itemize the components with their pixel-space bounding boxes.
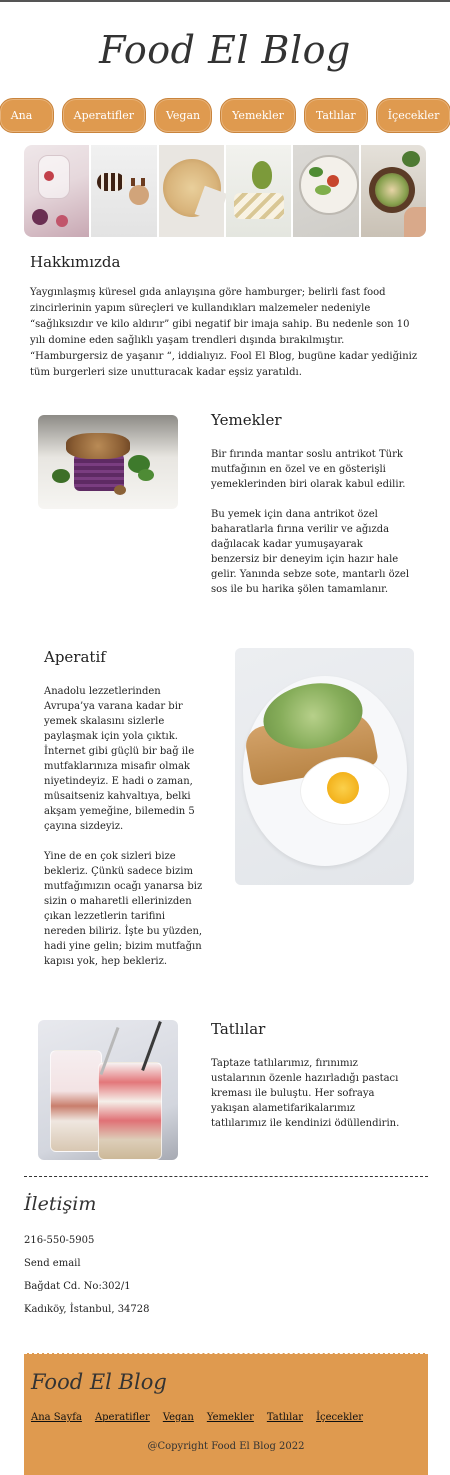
- nav-tatlilar-button[interactable]: Tatlılar: [303, 98, 368, 133]
- appetizer-image: [235, 648, 414, 885]
- footer-nav: Ana Sayfa Aperatifler Vegan Yemekler Tat…: [31, 1412, 421, 1423]
- dessert-text: Tatlılar Taptaze tatlılarımız, fırınımız…: [211, 1020, 411, 1160]
- footer-link-tatlilar[interactable]: Tatlılar: [267, 1412, 303, 1423]
- food-paragraph-1: Bir fırında mantar soslu antrikot Türk m…: [211, 449, 406, 490]
- main-nav: Ana Sayfa Aperatifler Vegan Yemekler Tat…: [0, 98, 450, 155]
- site-logo[interactable]: Food El Blog: [0, 28, 450, 82]
- gallery-image-salad-bowl: [293, 145, 360, 237]
- contact-email-link[interactable]: Send email: [24, 1258, 426, 1269]
- food-paragraph-2: Bu yemek için dana antrikot özel baharat…: [211, 509, 410, 595]
- nav-aperatifler-button[interactable]: Aperatifler: [61, 98, 146, 133]
- nav-icecekler-button[interactable]: İçecekler: [375, 98, 450, 133]
- gallery-image-bowl-hand: [360, 145, 426, 237]
- footer-link-aperatifler[interactable]: Aperatifler: [95, 1412, 150, 1423]
- contact-phone[interactable]: 216-550-5905: [24, 1235, 426, 1246]
- nav-yemekler-button[interactable]: Yemekler: [220, 98, 296, 133]
- dessert-image: [38, 1020, 178, 1160]
- appetizer-paragraph-1: Anadolu lezzetlerinden Avrupa’ya varana …: [44, 686, 195, 832]
- gallery-image-pie: [158, 145, 228, 237]
- section-divider: [24, 1176, 428, 1177]
- dessert-section: Tatlılar Taptaze tatlılarımız, fırınımız…: [0, 1020, 450, 1160]
- about-text: Yaygınlaşmış küresel gıda anlayışına gör…: [30, 287, 418, 378]
- appetizer-paragraph-2: Yine de en çok sizleri bize bekleriz. Çü…: [44, 851, 203, 967]
- footer-logo[interactable]: Food El Blog: [31, 1370, 421, 1394]
- dessert-title: Tatlılar: [211, 1020, 266, 1038]
- appetizer-section: Aperatif Anadolu lezzetlerinden Avrupa’y…: [0, 648, 450, 984]
- footer-copyright: @Copyright Food El Blog 2022: [147, 1441, 305, 1452]
- site-footer: Food El Blog Ana Sayfa Aperatifler Vegan…: [24, 1353, 428, 1475]
- about-title: Hakkımızda: [30, 253, 121, 271]
- food-section: Yemekler Bir fırında mantar soslu antrik…: [0, 411, 450, 612]
- appetizer-text: Aperatif Anadolu lezzetlerinden Avrupa’y…: [44, 648, 204, 984]
- about-section: Hakkımızda Yaygınlaşmış küresel gıda anl…: [0, 253, 450, 381]
- food-image: [38, 415, 178, 509]
- dessert-paragraph-1: Taptaze tatlılarımız, fırınımız ustaları…: [211, 1058, 400, 1129]
- food-title: Yemekler: [211, 411, 282, 429]
- gallery-image-roll-cake: [91, 145, 157, 237]
- footer-link-ana-sayfa[interactable]: Ana Sayfa: [31, 1412, 82, 1423]
- food-gallery: [24, 145, 426, 237]
- appetizer-title: Aperatif: [44, 648, 106, 666]
- gallery-image-fruit-jar: [24, 145, 90, 237]
- nav-ana-sayfa-button[interactable]: Ana Sayfa: [0, 98, 54, 155]
- footer-link-yemekler[interactable]: Yemekler: [207, 1412, 254, 1423]
- gallery-image-pear: [225, 145, 292, 237]
- footer-link-vegan[interactable]: Vegan: [163, 1412, 194, 1423]
- contact-address-line-1: Bağdat Cd. No:302/1: [24, 1281, 131, 1292]
- contact-title: İletişim: [24, 1193, 97, 1215]
- contact-address-line-2: Kadıköy, İstanbul, 34728: [24, 1304, 150, 1315]
- contact-section: İletişim 216-550-5905 Send email Bağdat …: [0, 1193, 450, 1315]
- footer-link-icecekler[interactable]: İçecekler: [316, 1412, 363, 1423]
- nav-vegan-button[interactable]: Vegan: [153, 98, 213, 133]
- food-text: Yemekler Bir fırında mantar soslu antrik…: [211, 411, 411, 612]
